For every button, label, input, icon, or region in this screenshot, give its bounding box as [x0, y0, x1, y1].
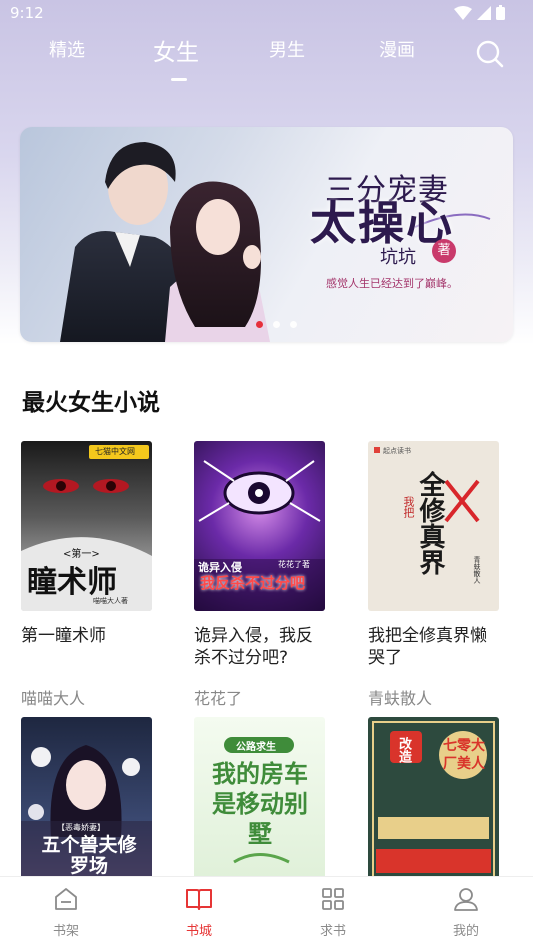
tab-female[interactable]: 女生: [136, 33, 216, 67]
search-icon: [476, 40, 504, 68]
status-icons: [454, 5, 505, 20]
cover-title: 我的房车是移动别墅: [212, 759, 308, 848]
status-time: 9:12: [10, 4, 44, 22]
banner-author: 坑坑: [380, 247, 416, 268]
category-tabs: 精选 女生 男生 漫画: [0, 36, 533, 86]
nav-profile[interactable]: 我的: [426, 885, 506, 939]
carousel-dot[interactable]: [273, 321, 280, 328]
grid-icon: [322, 888, 344, 910]
cover-title: 七零大厂美人: [443, 738, 485, 772]
book-author: 喵喵大人: [21, 689, 86, 708]
cover-subtitle: 公路求生: [236, 742, 276, 753]
carousel-dot[interactable]: [290, 321, 297, 328]
active-tab-indicator: [171, 78, 187, 81]
nav-label: 我的: [452, 924, 479, 939]
book-open-icon: [186, 889, 212, 910]
cover-subtitle: 我把: [402, 496, 415, 518]
book-author: 青蚨散人: [368, 689, 433, 708]
cover-subtitle: 诡异入侵: [198, 561, 242, 574]
wifi-icon: [454, 5, 472, 20]
book-card[interactable]: 改造 七零大厂美人: [368, 717, 500, 887]
nav-label: 书城: [185, 924, 212, 939]
cover-title: 瞳术师: [27, 565, 117, 600]
bookshelf-icon: [55, 888, 77, 910]
nav-label: 书架: [52, 924, 79, 939]
book-title: 诡异入侵，我反杀不过分吧?: [194, 626, 313, 668]
cover-title: 我反杀不过分吧: [200, 574, 306, 592]
bottom-navigation: 书架 书城 求书 我的: [0, 876, 533, 948]
nav-bookshelf[interactable]: 书架: [26, 885, 106, 939]
search-button[interactable]: [474, 38, 506, 70]
cover-author: 青蚨散人: [473, 556, 481, 584]
book-card[interactable]: 起点读书 我把 全修真界 青蚨散人 我把全修真界懒哭了 青蚨散人: [368, 441, 500, 709]
user-icon: [454, 888, 478, 911]
book-cover: 诡异入侵 花花了著 我反杀不过分吧: [194, 441, 325, 611]
book-title: 第一瞳术师: [21, 626, 106, 646]
carousel-dots: [256, 321, 297, 328]
cover-subtitle: 【恶毒娇妻】: [57, 823, 105, 832]
book-cover: 起点读书 我把 全修真界 青蚨散人: [368, 441, 499, 611]
book-author: 花花了: [194, 689, 243, 708]
nav-bookstore[interactable]: 书城: [159, 885, 239, 939]
book-card[interactable]: 公路求生 我的房车是移动别墅: [194, 717, 326, 887]
section-title: 最火女生小说: [22, 390, 160, 416]
banner-tagline: 感觉人生已经达到了巅峰。: [326, 277, 458, 290]
book-cover: 改造 七零大厂美人: [368, 717, 499, 887]
cover-author: 喵喵大人著: [93, 597, 128, 605]
book-cover: 【恶毒娇妻】 五个兽夫修罗场: [21, 717, 152, 887]
book-cover: 公路求生 我的房车是移动别墅: [194, 717, 325, 887]
book-cover: 七猫中文网 <第一> 瞳术师 喵喵大人著: [21, 441, 152, 611]
tab-male[interactable]: 男生: [247, 36, 327, 62]
book-card[interactable]: 七猫中文网 <第一> 瞳术师 喵喵大人著 第一瞳术师 喵喵大人: [21, 441, 153, 709]
promo-banner[interactable]: 三分宠妻 太操心 坑坑 著 感觉人生已经达到了巅峰。: [20, 127, 513, 342]
cover-title: 五个兽夫修罗场: [41, 834, 137, 877]
book-card[interactable]: 【恶毒娇妻】 五个兽夫修罗场: [21, 717, 153, 887]
cover-title: 全修真界: [415, 471, 445, 575]
cover-author: 花花了著: [278, 560, 310, 569]
book-title: 我把全修真界懒哭了: [368, 626, 487, 668]
signal-icon: [477, 5, 491, 20]
nav-request-book[interactable]: 求书: [293, 885, 373, 939]
cover-subtitle: 改造: [396, 737, 411, 763]
book-card[interactable]: 诡异入侵 花花了著 我反杀不过分吧 诡异入侵，我反杀不过分吧? 花花了: [194, 441, 326, 709]
carousel-dot[interactable]: [256, 321, 263, 328]
status-bar: 9:12: [0, 0, 533, 26]
banner-author-badge: 著: [432, 239, 456, 263]
nav-label: 求书: [319, 924, 346, 939]
cover-publisher: 起点读书: [383, 447, 411, 455]
battery-icon: [496, 5, 505, 20]
tab-featured[interactable]: 精选: [27, 36, 107, 62]
cover-publisher: 七猫中文网: [95, 447, 135, 456]
tab-comics[interactable]: 漫画: [357, 36, 437, 62]
